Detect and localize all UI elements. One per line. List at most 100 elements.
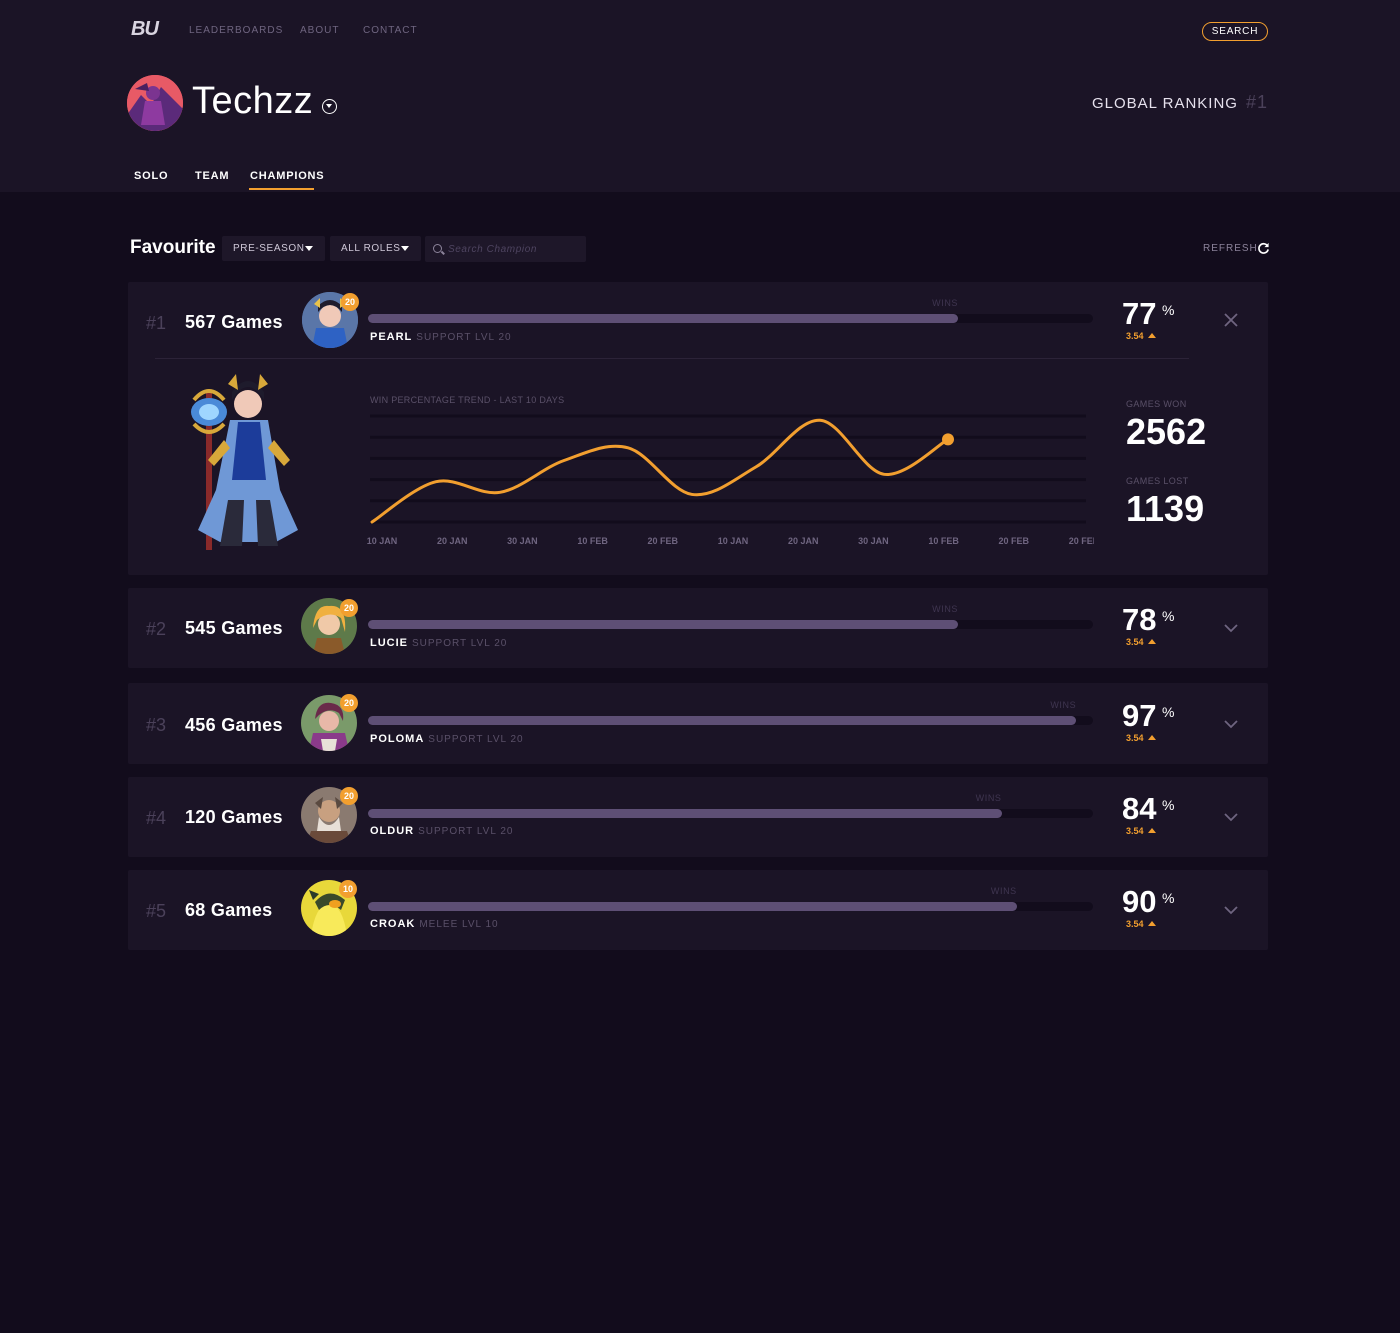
level-badge: 20 (340, 694, 358, 712)
arrow-up-icon (1147, 639, 1156, 644)
champion-card-3[interactable]: #3 456 Games 20 WINS POLOMA SUPPORT LVL 2… (128, 683, 1268, 764)
champion-role: SUPPORT LVL 20 (412, 638, 508, 649)
chevron-down-icon[interactable] (1224, 719, 1238, 729)
win-delta: 3.54 (1126, 331, 1156, 341)
level-badge: 10 (339, 880, 357, 898)
search-icon (433, 244, 442, 253)
arrow-up-icon (1147, 828, 1156, 833)
champion-role: SUPPORT LVL 20 (416, 332, 512, 343)
win-bar (368, 620, 1093, 629)
win-percentage: 84 (1122, 791, 1157, 826)
champion-role: SUPPORT LVL 20 (418, 826, 514, 837)
search-champion-input[interactable] (425, 236, 586, 262)
x-tick-label: 10 FEB (577, 536, 608, 546)
win-delta: 3.54 (1126, 733, 1156, 743)
user-dropdown-icon[interactable] (322, 99, 337, 114)
trend-chart-title: WIN PERCENTAGE TREND - LAST 10 DAYS (370, 395, 565, 405)
win-delta: 3.54 (1126, 637, 1156, 647)
champion-games: 567 Games (185, 312, 283, 332)
win-bar-fill (368, 314, 959, 323)
tab-champions[interactable]: CHAMPIONS (250, 170, 324, 182)
champion-name-text: POLOMA (370, 733, 425, 745)
champion-name-text: OLDUR (370, 825, 415, 837)
win-delta-value: 3.54 (1126, 637, 1144, 647)
win-bar (368, 716, 1093, 725)
nav-leaderboards[interactable]: LEADERBOARDS (189, 25, 283, 36)
champion-name: PEARL SUPPORT LVL 20 (370, 331, 512, 343)
win-bar-fill (368, 902, 1017, 911)
refresh-button[interactable]: REFRESH (1203, 243, 1258, 254)
percent-sign: % (1162, 302, 1175, 318)
games-won-value: 2562 (1126, 411, 1207, 452)
champion-card-5[interactable]: #5 68 Games 10 WINS CROAK MELEE LVL 10 90… (128, 870, 1268, 950)
win-trend-chart: 10 JAN 20 JAN 30 JAN 10 FEB 20 FEB 10 JAN 20 J… (367, 414, 1094, 546)
global-ranking-value: #1 (1245, 92, 1268, 112)
section-title: Favourite (130, 237, 216, 258)
win-bar-fill (368, 716, 1077, 725)
refresh-icon[interactable] (1257, 242, 1270, 255)
season-dropdown[interactable]: PRE-SEASON (222, 236, 325, 261)
tab-solo[interactable]: SOLO (134, 170, 168, 182)
trend-end-point (942, 433, 954, 446)
user-avatar[interactable] (127, 75, 183, 131)
x-tick-label: 30 JAN (858, 536, 889, 546)
win-delta-value: 3.54 (1126, 331, 1144, 341)
wins-label: WINS (990, 886, 1017, 896)
win-delta: 3.54 (1126, 826, 1156, 836)
tab-team[interactable]: TEAM (195, 170, 229, 182)
roles-dropdown[interactable]: ALL ROLES (330, 236, 421, 261)
win-percentage: 78 (1122, 602, 1157, 637)
caret-down-icon (401, 246, 409, 251)
champion-card-2[interactable]: #2 545 Games 20 WINS LUCIE SUPPORT LVL 20… (128, 588, 1268, 668)
champion-name-text: LUCIE (370, 637, 408, 649)
champion-rank: #5 (146, 901, 167, 921)
level-badge: 20 (340, 787, 358, 805)
caret-down-icon (305, 246, 313, 251)
wins-label: WINS (1050, 700, 1077, 710)
wins-label: WINS (932, 604, 959, 614)
win-bar (368, 902, 1093, 911)
profile-header: BU LEADERBOARDS ABOUT CONTACT SEARCH Tec… (0, 0, 1400, 192)
champion-rank: #4 (146, 808, 167, 828)
champion-games: 68 Games (185, 900, 273, 920)
close-icon[interactable] (1224, 313, 1238, 327)
win-delta-value: 3.54 (1126, 919, 1144, 929)
win-bar-fill (368, 620, 959, 629)
x-tick-label: 20 FEB (999, 536, 1030, 546)
percent-sign: % (1162, 704, 1175, 720)
global-ranking: GLOBAL RANKING #1 (1092, 92, 1268, 113)
win-bar (368, 314, 1093, 323)
nav-contact[interactable]: CONTACT (363, 25, 418, 36)
games-lost-label: GAMES LOST (1126, 476, 1189, 486)
champion-games: 545 Games (185, 618, 283, 638)
champion-games: 120 Games (185, 807, 283, 827)
x-tick-label: 10 JAN (718, 536, 749, 546)
wins-label: WINS (975, 793, 1002, 803)
search-button[interactable]: SEARCH (1202, 22, 1268, 41)
champion-name: LUCIE SUPPORT LVL 20 (370, 637, 507, 649)
win-percentage: 97 (1122, 698, 1157, 733)
champion-name: OLDUR SUPPORT LVL 20 (370, 825, 513, 837)
nav-about[interactable]: ABOUT (300, 25, 339, 36)
global-ranking-label: GLOBAL RANKING (1091, 95, 1238, 112)
champion-name: POLOMA SUPPORT LVL 20 (370, 733, 524, 745)
chevron-down-icon[interactable] (1224, 623, 1238, 633)
season-dropdown-label: PRE-SEASON (233, 243, 305, 254)
percent-sign: % (1162, 797, 1175, 813)
chevron-down-icon[interactable] (1224, 812, 1238, 822)
x-tick-label: 20 JAN (437, 536, 468, 546)
win-delta-value: 3.54 (1126, 733, 1144, 743)
level-badge: 20 (340, 599, 358, 617)
win-delta-value: 3.54 (1126, 826, 1144, 836)
wins-label: WINS (932, 298, 959, 308)
chevron-down-icon[interactable] (1224, 905, 1238, 915)
logo[interactable]: BU (131, 18, 159, 41)
champion-card-4[interactable]: #4 120 Games 20 WINS OLDUR SUPPORT LVL 20… (128, 777, 1268, 857)
x-tick-label: 10 FEB (928, 536, 959, 546)
win-percentage: 90 (1122, 884, 1157, 919)
active-tab-indicator (249, 188, 314, 190)
champion-rank: #1 (146, 313, 167, 333)
arrow-up-icon (1147, 921, 1156, 926)
champion-card-1[interactable]: #1 567 Games 20 WINS PEARL SUPPORT LVL 20… (128, 282, 1268, 575)
x-tick-label: 20 JAN (788, 536, 819, 546)
